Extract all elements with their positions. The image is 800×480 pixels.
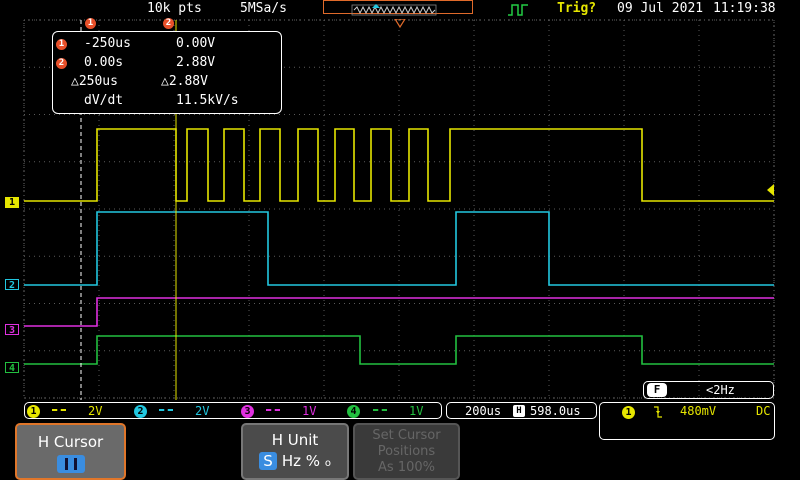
h-cursor-softkey[interactable]: H Cursor xyxy=(15,423,126,480)
channel-3-scale: 1V xyxy=(302,404,317,418)
h-unit-label: H Unit xyxy=(271,431,319,449)
dvdt-label: dV/dt xyxy=(84,93,124,108)
date: 09 Jul 2021 xyxy=(617,1,704,16)
set-cursor-line-2: Positions xyxy=(377,444,436,459)
channel-3-circle[interactable]: 3 xyxy=(241,405,254,418)
dc-coupling-icon xyxy=(373,409,387,411)
frequency-badge: F xyxy=(647,383,667,397)
cursor-2-top-marker[interactable]: 2 xyxy=(163,18,174,29)
channel-4-scale: 1V xyxy=(409,404,424,418)
channel-3-marker[interactable]: 3 xyxy=(5,324,19,336)
cursor-1-badge: 1 xyxy=(56,39,67,50)
cursor-1-time: -250us xyxy=(84,36,131,51)
frequency-value: <2Hz xyxy=(706,383,735,397)
channel-3-trace xyxy=(24,297,774,327)
h-cursor-label: H Cursor xyxy=(37,433,104,451)
dvdt-value: 11.5kV/s xyxy=(176,93,239,108)
trigger-edge-icon xyxy=(507,2,531,21)
trigger-coupling: DC xyxy=(756,404,771,418)
set-cursor-line-3: As 100% xyxy=(378,460,435,475)
timebase-box[interactable]: 200us H 598.0us xyxy=(446,402,597,419)
channel-2-scale: 2V xyxy=(195,404,210,418)
channel-4-circle[interactable]: 4 xyxy=(347,405,360,418)
cursor-2-voltage: 2.88V xyxy=(176,55,216,70)
channel-1-scale: 2V xyxy=(88,404,103,418)
dc-coupling-icon xyxy=(52,409,66,411)
channel-1-marker[interactable]: 1 xyxy=(5,197,19,208)
unit-seconds-option[interactable]: S xyxy=(259,452,278,470)
cursor-2-badge: 2 xyxy=(56,58,67,69)
unit-degree-option[interactable]: o xyxy=(325,458,331,469)
unit-percent-option[interactable]: % xyxy=(306,452,320,470)
cursor-1-voltage: 0.00V xyxy=(176,36,216,51)
dc-coupling-icon xyxy=(266,409,280,411)
channel-2-marker[interactable]: 2 xyxy=(5,279,19,291)
record-length: 10k pts xyxy=(147,1,202,16)
memory-position-bar xyxy=(323,0,473,16)
channel-4-marker[interactable]: 4 xyxy=(5,362,19,374)
channel-2-circle[interactable]: 2 xyxy=(134,405,147,418)
sample-rate: 5MSa/s xyxy=(240,1,287,16)
memory-pointer-icon xyxy=(393,14,407,33)
frequency-counter: F <2Hz xyxy=(643,381,774,399)
delta-time: △250us xyxy=(71,74,118,89)
trigger-level: 480mV xyxy=(680,404,717,418)
cursor-1-top-marker[interactable]: 1 xyxy=(85,18,96,29)
set-cursor-positions-softkey[interactable]: Set Cursor Positions As 100% xyxy=(353,423,460,480)
horizontal-position-icon: H xyxy=(513,405,525,417)
trigger-source-circle: 1 xyxy=(622,406,635,419)
dc-coupling-icon xyxy=(159,409,173,411)
cursor-2-time: 0.00s xyxy=(84,55,124,70)
unit-hertz-option[interactable]: Hz xyxy=(282,452,301,470)
channel-1-circle[interactable]: 1 xyxy=(27,405,40,418)
delta-voltage: △2.88V xyxy=(161,74,208,89)
trigger-info-box[interactable]: 1 480mV DC xyxy=(599,402,775,440)
trigger-status: Trig? xyxy=(557,1,597,16)
time: 11:19:38 xyxy=(713,1,776,16)
cursor-bars-icon xyxy=(56,455,85,473)
trigger-level-marker xyxy=(767,184,774,196)
channel-2-trace xyxy=(24,211,774,286)
h-unit-softkey[interactable]: H Unit S Hz % o xyxy=(241,423,349,480)
set-cursor-line-1: Set Cursor xyxy=(372,428,441,443)
horizontal-position: 598.0us xyxy=(530,404,581,418)
cursor-readout-panel: 1 -250us 0.00V 2 0.00s 2.88V △250us △2.8… xyxy=(52,31,282,114)
timebase-scale: 200us xyxy=(465,404,502,418)
channel-scale-bar: 1 2V 2 2V 3 1V 4 1V xyxy=(24,402,442,419)
falling-edge-icon xyxy=(652,405,664,422)
